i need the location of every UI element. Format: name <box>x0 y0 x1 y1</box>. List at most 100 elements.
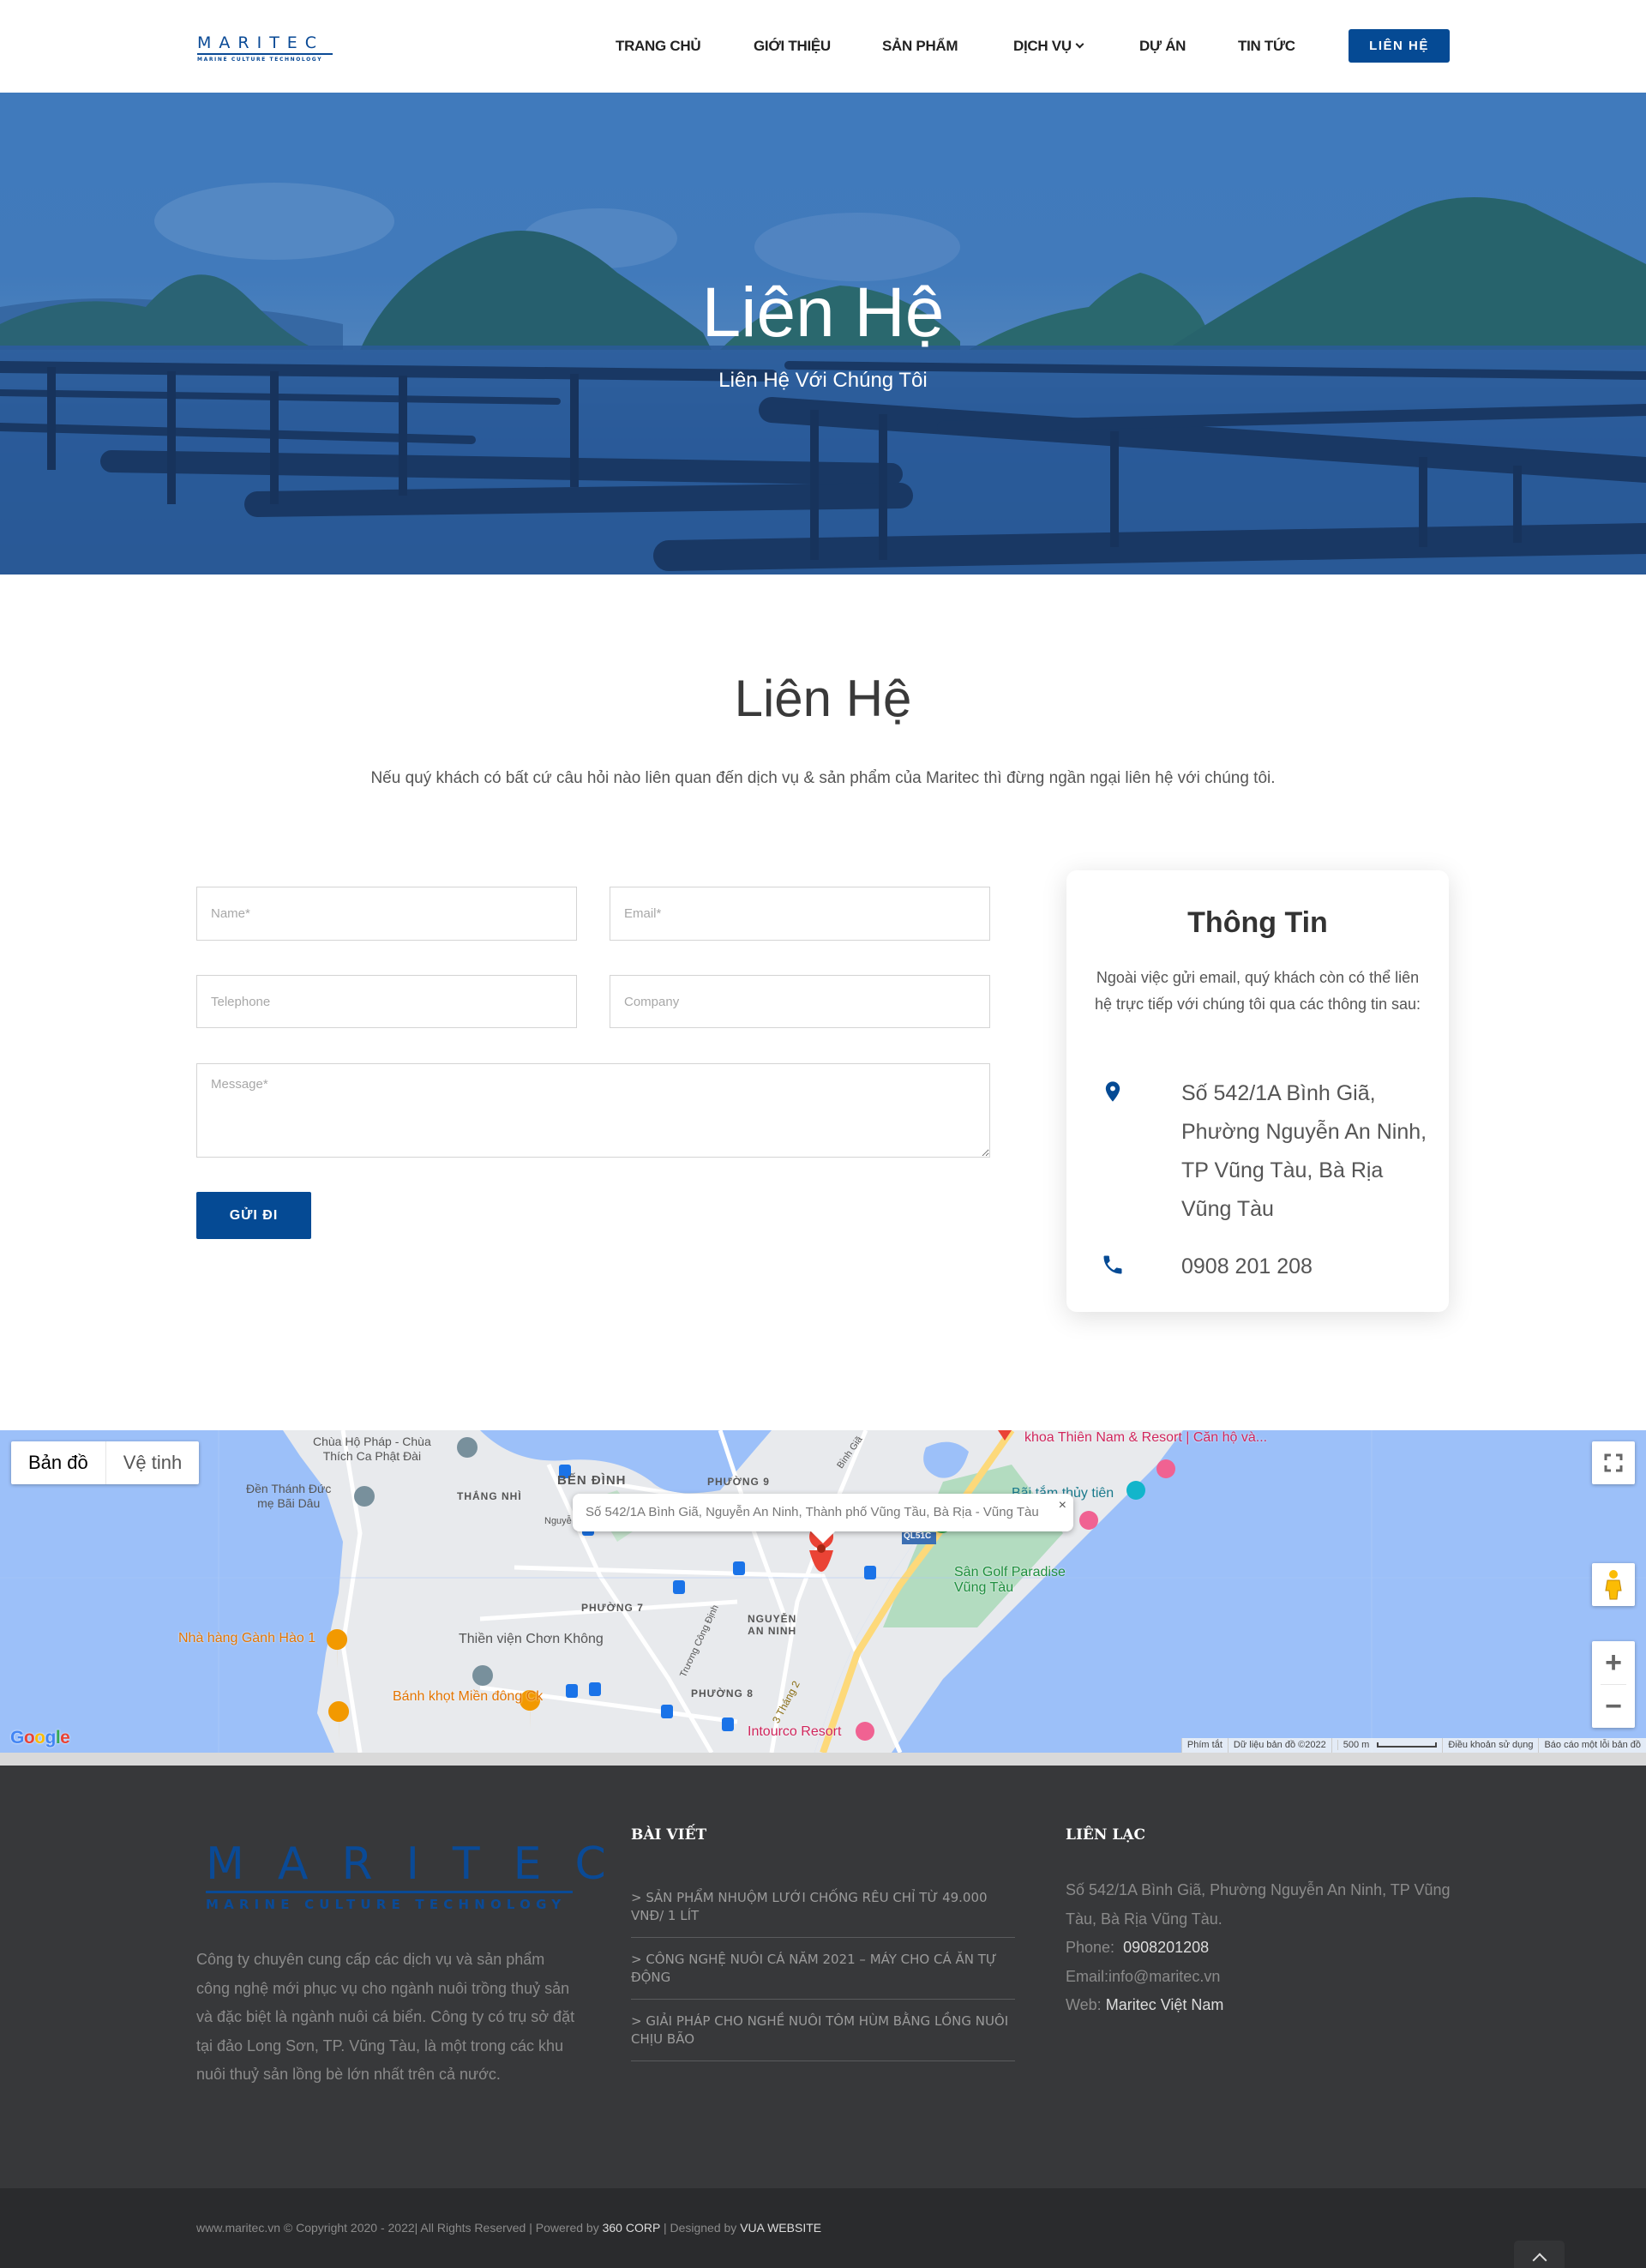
map-marker-icon <box>1105 1081 1120 1102</box>
zoom-control: + − <box>1592 1641 1635 1728</box>
nav-item-dich-vu-label: DỊCH VỤ <box>1013 38 1072 54</box>
designed-by-prefix: | Designed by <box>663 2221 737 2235</box>
message-field[interactable] <box>196 1063 990 1158</box>
map-label-phuong-8: PHƯỜNG 8 <box>691 1687 754 1699</box>
map-scale[interactable]: 500 m <box>1331 1738 1443 1753</box>
map-canvas[interactable] <box>0 1430 1646 1753</box>
submit-button[interactable]: GỬI ĐI <box>196 1192 311 1239</box>
footer-phone-row: Phone: 0908201208 <box>1066 1934 1460 1963</box>
footer-phone-link[interactable]: 0908201208 <box>1123 1939 1209 1956</box>
map-label-nguyen-an-ninh: NGUYỄN AN NINH <box>748 1613 796 1637</box>
footer-logo-rule <box>206 1891 573 1893</box>
logo-tagline: MARINE CULTURE TECHNOLOGY <box>197 57 323 63</box>
copyright-text: www.maritec.vn © Copyright 2020 - 2022| … <box>196 2221 821 2235</box>
footer-bottom-bar: www.maritec.vn © Copyright 2020 - 2022| … <box>0 2188 1646 2268</box>
map-scale-label: 500 m <box>1337 1740 1375 1750</box>
contact-cta-button[interactable]: LIÊN HỆ <box>1349 29 1450 63</box>
footer-email-row: Email:info@maritec.vn <box>1066 1963 1460 1992</box>
hero-title: Liên Hệ <box>701 274 945 352</box>
map-terms-link[interactable]: Điều khoản sử dụng <box>1442 1738 1538 1753</box>
map-type-satellite-button[interactable]: Vệ tinh <box>106 1441 200 1484</box>
map-type-roadmap-button[interactable]: Bản đồ <box>11 1441 106 1484</box>
footer-logo-wordmark: MARITEC <box>206 1838 640 1890</box>
map-label-line: AN NINH <box>748 1625 797 1637</box>
map-label-line: Thích Ca Phật Đài <box>322 1449 422 1463</box>
map-info-window: Số 542/1A Bình Giã, Nguyễn An Ninh, Thàn… <box>573 1494 1073 1543</box>
nav-item-tin-tuc[interactable]: TIN TỨC <box>1238 38 1295 55</box>
map-info-window-text: Số 542/1A Bình Giã, Nguyễn An Ninh, Thàn… <box>586 1505 1039 1519</box>
map-label-line: NGUYỄN <box>748 1613 797 1625</box>
fullscreen-button[interactable] <box>1592 1441 1635 1484</box>
company-field[interactable] <box>610 975 990 1028</box>
hero-banner: Liên Hệ Liên Hệ Với Chúng Tôi <box>0 93 1646 575</box>
map-label-line: Chùa Hộ Pháp - Chùa <box>313 1435 431 1448</box>
map-keyboard-shortcuts-link[interactable]: Phím tắt <box>1180 1738 1228 1753</box>
footer-web-label: Web: <box>1066 1996 1102 2013</box>
chevron-down-icon <box>1075 39 1084 49</box>
nav-item-du-an[interactable]: DỰ ÁN <box>1139 38 1186 55</box>
powered-by-link[interactable]: 360 CORP <box>603 2221 660 2235</box>
map-report-error-link[interactable]: Báo cáo một lỗi bản đồ <box>1538 1738 1646 1753</box>
chevron-up-icon <box>1532 2253 1547 2268</box>
footer-address: Số 542/1A Bình Giã, Phường Nguyễn An Nin… <box>1066 1881 1451 1928</box>
map-label-thang-nhi: THẮNG NHÌ <box>457 1490 522 1502</box>
footer-logo[interactable]: MARITEC MARINE CULTURE TECHNOLOGY <box>206 1838 640 1912</box>
footer-about: Công ty chuyên cung cấp các dịch vụ và s… <box>196 1951 575 2083</box>
map-label-ql51c: QL51C <box>904 1531 932 1541</box>
nav-item-trang-chu[interactable]: TRANG CHỦ <box>616 38 701 55</box>
street-view-button[interactable] <box>1592 1563 1635 1606</box>
header-logo[interactable]: MARITEC MARINE CULTURE TECHNOLOGY <box>197 34 334 63</box>
nav-item-san-pham[interactable]: SẢN PHẨM <box>882 38 958 55</box>
pegman-icon <box>1605 1570 1622 1600</box>
close-icon[interactable]: × <box>1059 1487 1066 1525</box>
map-type-control: Bản đồ Vệ tinh <box>11 1441 200 1484</box>
name-field[interactable] <box>196 887 577 941</box>
telephone-field[interactable] <box>196 975 577 1028</box>
contact-title: Liên Hệ <box>734 670 912 727</box>
logo-rule <box>197 53 333 55</box>
map-label-intourco: Intourco Resort <box>748 1724 842 1739</box>
map-label-line: Đền Thánh Đức <box>246 1482 332 1495</box>
google-map[interactable]: Bản đồ Vệ tinh Chùa Hộ Pháp - Chùa Thích … <box>0 1430 1646 1753</box>
google-logo[interactable]: Google <box>10 1728 70 1748</box>
footer-logo-tagline: MARINE CULTURE TECHNOLOGY <box>206 1897 567 1912</box>
nav-item-dich-vu[interactable]: DỊCH VỤ <box>1013 38 1084 55</box>
map-label-line: mẹ Bãi Dâu <box>257 1496 321 1510</box>
map-bottom-strip <box>0 1753 1646 1766</box>
footer-web-link[interactable]: Maritec Việt Nam <box>1106 1996 1224 2013</box>
info-card-description: Ngoài việc gửi email, quý khách còn có t… <box>1094 969 1421 1013</box>
info-phone[interactable]: 0908 201 208 <box>1181 1248 1439 1286</box>
copyright-prefix: www.maritec.vn © Copyright 2020 - 2022| … <box>196 2221 599 2235</box>
info-card: Thông Tin Ngoài việc gửi email, quý khác… <box>1066 870 1449 1312</box>
site-header: MARITEC MARINE CULTURE TECHNOLOGY TRANG … <box>0 0 1646 93</box>
contact-intro: Nếu quý khách có bất cứ câu hỏi nào liên… <box>370 769 1276 787</box>
footer-phone-label: Phone: <box>1066 1939 1115 1956</box>
footer-web-row: Web: Maritec Việt Nam <box>1066 1991 1460 2020</box>
footer-contact-heading: LIÊN LẠC <box>1066 1826 1145 1844</box>
footer-email-value: info@maritec.vn <box>1108 1967 1221 1985</box>
logo-wordmark: MARITEC <box>197 33 325 52</box>
map-label-chua-ho-phap: Chùa Hộ Pháp - Chùa Thích Ca Phật Đài <box>313 1435 431 1464</box>
map-label-phuong-9: PHƯỜNG 9 <box>707 1476 770 1488</box>
zoom-in-button[interactable]: + <box>1592 1641 1635 1684</box>
footer-post-link[interactable]: > SẢN PHẨM NHUỘM LƯỚI CHỐNG RÊU CHỈ TỪ 4… <box>631 1876 1015 1938</box>
footer-post-link[interactable]: > GIẢI PHÁP CHO NGHỀ NUÔI TÔM HÙM BẰNG L… <box>631 2000 1015 2061</box>
hero-subtitle: Liên Hệ Với Chúng Tôi <box>718 369 928 392</box>
designed-by-link[interactable]: VUA WEBSITE <box>740 2221 821 2235</box>
map-label-golf: Sân Golf Paradise Vũng Tàu <box>954 1565 1066 1596</box>
zoom-out-button[interactable]: − <box>1592 1685 1635 1728</box>
footer-email-label: Email: <box>1066 1967 1109 1985</box>
info-card-title: Thông Tin <box>1187 906 1328 939</box>
map-label-phuong-7: PHƯỜNG 7 <box>581 1602 644 1614</box>
footer-post-link[interactable]: > CÔNG NGHỆ NUÔI CÁ NĂM 2021 – MÁY CHO C… <box>631 1938 1015 2000</box>
nav-item-gioi-thieu[interactable]: GIỚI THIỆU <box>754 38 831 55</box>
email-field[interactable] <box>610 887 990 941</box>
map-label-ben-dinh: BẾN ĐÌNH <box>557 1473 627 1488</box>
map-scale-bar <box>1377 1742 1438 1748</box>
phone-icon <box>1103 1255 1122 1274</box>
footer-contact-info: Số 542/1A Bình Giã, Phường Nguyễn An Nin… <box>1066 1876 1460 2020</box>
footer-posts-heading: BÀI VIẾT <box>631 1826 707 1844</box>
back-to-top-button[interactable] <box>1514 2241 1565 2268</box>
google-logo-letter: G <box>10 1728 24 1748</box>
footer-posts-list: > SẢN PHẨM NHUỘM LƯỚI CHỐNG RÊU CHỈ TỪ 4… <box>631 1876 1015 2061</box>
